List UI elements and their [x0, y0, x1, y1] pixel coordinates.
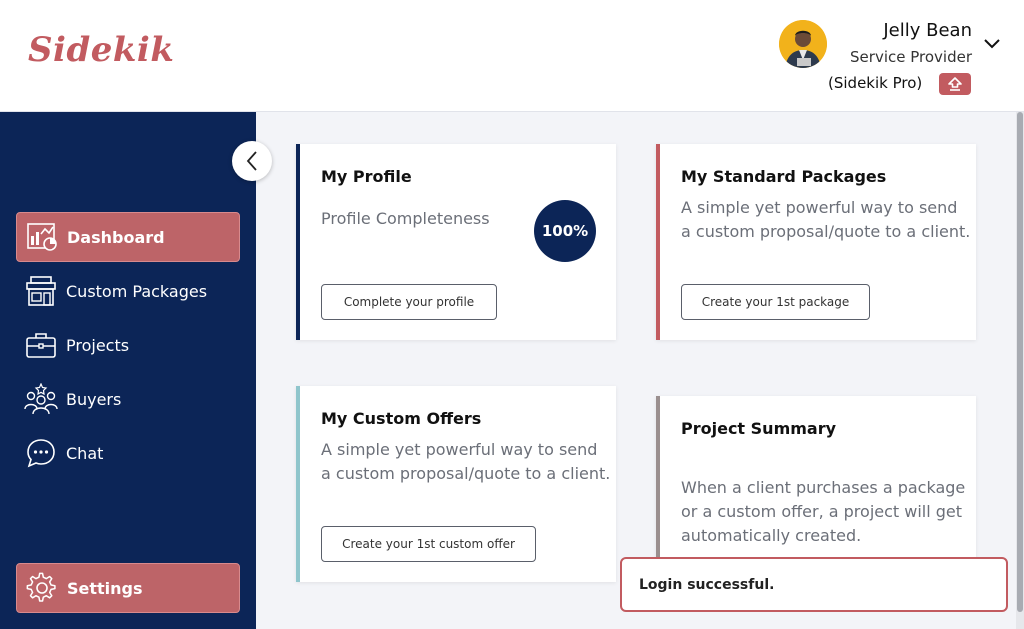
upload-arrow-icon	[948, 77, 962, 91]
card-accent-bar	[656, 396, 660, 568]
user-photo-icon	[779, 20, 827, 68]
upgrade-button[interactable]	[939, 73, 971, 95]
users-group-icon	[24, 382, 58, 416]
profile-completeness-label: Profile Completeness	[321, 209, 490, 228]
briefcase-icon	[24, 328, 58, 362]
card-title: Project Summary	[681, 419, 837, 438]
sidebar-item-label: Dashboard	[67, 227, 165, 247]
card-title: My Custom Offers	[321, 409, 482, 428]
dashboard-icon	[25, 220, 59, 254]
standard-packages-card: My Standard Packages A simple yet powerf…	[656, 144, 976, 340]
create-package-button[interactable]: Create your 1st package	[681, 284, 870, 320]
main-scrollbar[interactable]	[1016, 112, 1024, 629]
card-description: A simple yet powerful way to send a cust…	[321, 440, 611, 483]
card-accent-bar	[296, 144, 300, 340]
sidebar	[0, 112, 256, 629]
chevron-left-icon	[246, 151, 257, 171]
card-description: A simple yet powerful way to send a cust…	[681, 198, 971, 241]
user-role: Service Provider	[850, 48, 972, 66]
sidebar-item-dashboard[interactable]: Dashboard	[16, 212, 240, 262]
sidebar-item-buyers[interactable]: Buyers	[16, 374, 240, 424]
chat-bubble-icon	[24, 436, 58, 470]
sidebar-item-label: Settings	[67, 578, 143, 598]
project-summary-card: Project Summary When a client purchases …	[656, 396, 976, 568]
card-title: My Profile	[321, 167, 412, 186]
user-name[interactable]: Jelly Bean	[883, 20, 972, 41]
my-profile-card: My Profile Profile Completeness 100% Com…	[296, 144, 616, 340]
card-accent-bar	[296, 386, 300, 582]
sidebar-item-label: Chat	[66, 443, 104, 463]
toast-message: Login successful.	[639, 576, 775, 593]
sidebar-item-projects[interactable]: Projects	[16, 320, 240, 370]
create-custom-offer-button[interactable]: Create your 1st custom offer	[321, 526, 536, 562]
store-icon	[24, 274, 58, 308]
gear-icon	[25, 571, 59, 605]
user-plan: (Sidekik Pro)	[828, 74, 923, 92]
card-title: My Standard Packages	[681, 167, 887, 186]
scrollbar-thumb[interactable]	[1017, 112, 1023, 612]
sidebar-item-label: Projects	[66, 335, 130, 355]
complete-profile-button[interactable]: Complete your profile	[321, 284, 497, 320]
card-description: When a client purchases a package or a c…	[681, 478, 966, 545]
top-header: Sidekik Jelly Bean Service Provider (Sid…	[0, 0, 1024, 112]
sidebar-item-chat[interactable]: Chat	[16, 428, 240, 478]
login-success-toast[interactable]: Login successful.	[620, 557, 1008, 612]
sidebar-item-custom-packages[interactable]: Custom Packages	[16, 266, 240, 316]
sidebar-item-label: Buyers	[66, 389, 122, 409]
chevron-down-icon[interactable]	[983, 36, 1001, 50]
sidebar-item-label: Custom Packages	[66, 281, 208, 301]
custom-offers-card: My Custom Offers A simple yet powerful w…	[296, 386, 616, 582]
profile-progress-circle: 100%	[534, 200, 596, 262]
sidebar-collapse-button[interactable]	[232, 141, 272, 181]
card-accent-bar	[656, 144, 660, 340]
sidebar-item-settings[interactable]: Settings	[16, 563, 240, 613]
app-logo[interactable]: Sidekik	[28, 30, 174, 70]
avatar[interactable]	[779, 20, 827, 68]
